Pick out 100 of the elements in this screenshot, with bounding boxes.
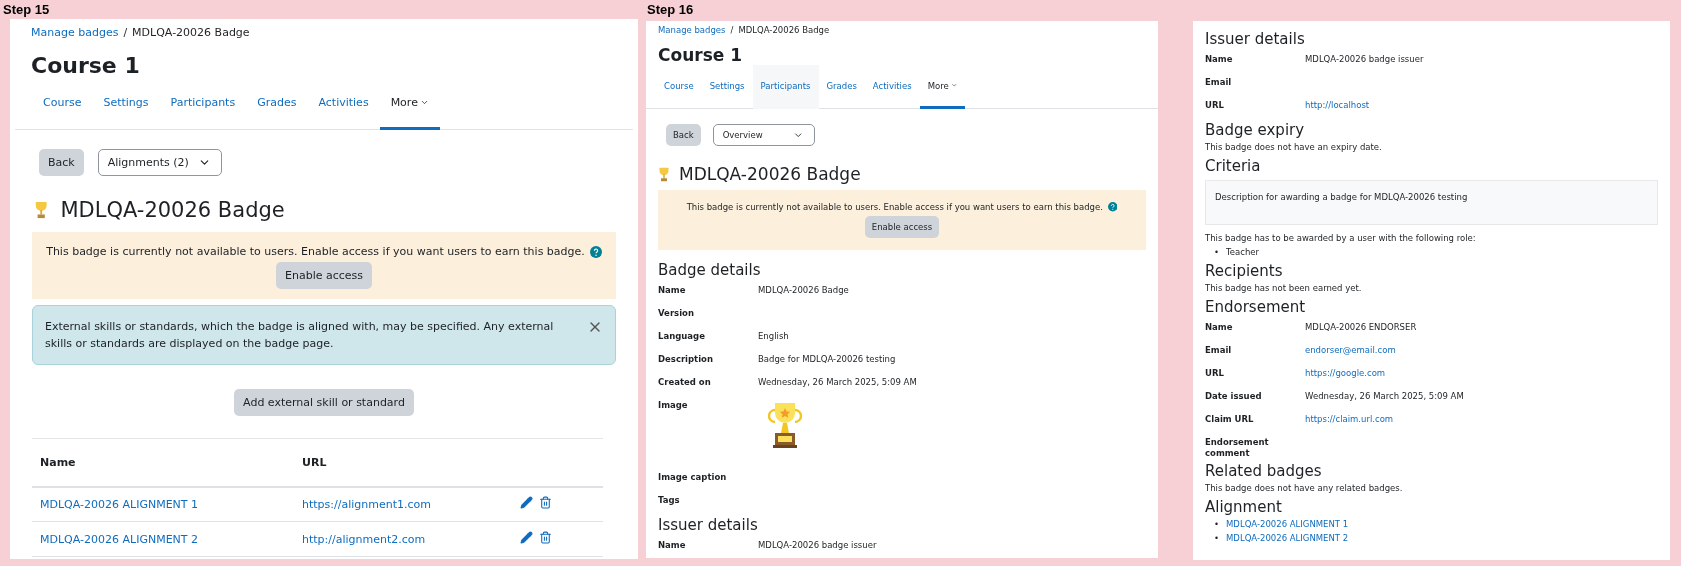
nav-tab[interactable]: Course xyxy=(32,78,93,130)
field-value: MDLQA-20026 Badge xyxy=(758,285,850,296)
section-heading: Issuer details xyxy=(658,515,759,535)
field-label: Tags xyxy=(658,495,681,506)
section-heading: Recipients xyxy=(1205,261,1284,281)
edit-icon[interactable] xyxy=(520,531,533,544)
nav-tab[interactable]: Activities xyxy=(307,78,380,130)
breadcrumb-link[interactable]: Manage badges xyxy=(31,26,119,39)
field-label: Email xyxy=(1205,345,1233,356)
page-select[interactable]: Overview xyxy=(712,124,815,146)
field-value: MDLQA-20026 badge issuer xyxy=(1305,54,1425,65)
field-label: Version xyxy=(658,308,695,319)
breadcrumb-separator: / xyxy=(123,26,128,39)
nav-tab[interactable]: Settings xyxy=(701,65,753,109)
breadcrumb-current: MDLQA-20026 Badge xyxy=(132,26,250,39)
course-title: Course 1 xyxy=(30,52,141,78)
column-header: URL xyxy=(294,438,512,487)
section-heading: Badge expiry xyxy=(1205,120,1306,140)
field-link[interactable]: http://localhost xyxy=(1305,100,1658,110)
notice-text: This badge is currently not available to users. Enable access if you want users to earn this badge. xyxy=(686,202,1103,212)
course-title: Course 1 xyxy=(657,44,744,65)
field-label: Claim URL xyxy=(1205,414,1255,425)
section-heading: Related badges xyxy=(1205,461,1323,481)
bullet-marker: • xyxy=(1214,246,1219,259)
field-value: English xyxy=(758,331,790,342)
caret-icon xyxy=(950,82,958,89)
nav-tab[interactable]: More xyxy=(379,78,440,130)
delete-icon[interactable] xyxy=(539,496,552,510)
field-label: Name xyxy=(1205,322,1234,333)
field-label: Name xyxy=(1205,54,1234,65)
section-heading: Criteria xyxy=(1205,156,1262,176)
page-select[interactable]: Alignments (2) xyxy=(97,149,222,176)
alignment-link[interactable]: MDLQA-20026 ALIGNMENT 2 xyxy=(40,532,199,546)
bullet-marker: • xyxy=(1214,532,1219,545)
trophy-icon xyxy=(658,166,670,182)
field-label: Name xyxy=(658,285,687,296)
delete-icon[interactable] xyxy=(539,531,552,544)
enable-access-button[interactable]: Enable access xyxy=(864,216,940,238)
field-label: Name xyxy=(658,540,687,551)
add-skill-button[interactable]: Add external skill or standard xyxy=(234,389,414,416)
column-header: Name xyxy=(32,438,294,487)
nav-tab[interactable]: Grades xyxy=(246,78,308,130)
section-text: This badge does not have an expiry date. xyxy=(1205,141,1383,154)
badge-title: MDLQA-20026 Badge xyxy=(679,164,861,184)
field-label: URL xyxy=(1205,368,1225,379)
info-text: External skills or standards, which the badge is aligned with, may be specified. Any external skills or standards are displayed on the badge page. xyxy=(45,319,555,352)
section-text: This badge has to be awarded by a user with the following role: xyxy=(1205,232,1477,245)
field-value: MDLQA-20026 badge issuer xyxy=(758,540,878,551)
field-label: Created on xyxy=(658,377,712,388)
help-icon[interactable] xyxy=(1107,202,1118,212)
section-text: This badge has not been earned yet. xyxy=(1205,282,1363,295)
nav-tab[interactable]: More xyxy=(919,65,966,109)
enable-access-button[interactable]: Enable access xyxy=(276,262,372,289)
field-label: Description xyxy=(658,354,714,365)
field-label: Image xyxy=(658,400,689,411)
trophy-icon xyxy=(34,201,49,219)
nav-tab[interactable]: Course xyxy=(656,65,702,109)
alignment-link[interactable]: MDLQA-20026 ALIGNMENT 1 xyxy=(40,497,199,511)
nav-tab[interactable]: Activities xyxy=(864,65,920,109)
field-label: URL xyxy=(1205,100,1225,111)
criteria-description: Description for awarding a badge for MDLQA-20026 testing xyxy=(1205,180,1658,225)
field-label: Language xyxy=(658,331,706,342)
section-heading: Alignment xyxy=(1205,497,1283,517)
nav-tab[interactable]: Participants xyxy=(752,65,819,109)
edit-icon[interactable] xyxy=(520,496,533,510)
section-text: This badge does not have any related badges. xyxy=(1205,482,1404,495)
breadcrumb-link[interactable]: Manage badges xyxy=(658,25,726,35)
field-link[interactable]: https://claim.url.com xyxy=(1305,414,1658,424)
badge-title: MDLQA-20026 Badge xyxy=(60,198,285,222)
breadcrumb-current: MDLQA-20026 Badge xyxy=(738,25,830,35)
field-value: Wednesday, 26 March 2025, 5:09 AM xyxy=(758,377,918,388)
trophy-image xyxy=(768,402,802,448)
alignment-link[interactable]: MDLQA-20026 ALIGNMENT 2 xyxy=(1226,531,1349,545)
field-label: Image caption xyxy=(658,472,728,483)
section-heading: Issuer details xyxy=(1205,29,1306,49)
section-heading: Endorsement xyxy=(1205,297,1307,317)
breadcrumb-separator: / xyxy=(730,25,734,35)
nav-tab[interactable]: Grades xyxy=(818,65,865,109)
step-label: Step 15 xyxy=(3,1,51,17)
section-heading: Badge details xyxy=(658,260,762,280)
field-link[interactable]: endorser@email.com xyxy=(1305,345,1658,355)
bullet-marker: • xyxy=(1214,518,1219,531)
caret-icon xyxy=(419,98,429,107)
field-label: Date issued xyxy=(1205,391,1263,402)
field-value: Wednesday, 26 March 2025, 5:09 AM xyxy=(1305,391,1465,402)
back-button[interactable]: Back xyxy=(666,124,701,146)
url-link[interactable]: https://alignment1.com xyxy=(302,497,431,511)
help-icon[interactable] xyxy=(589,245,602,258)
nav-tab[interactable]: Participants xyxy=(159,78,247,130)
url-link[interactable]: http://alignment2.com xyxy=(302,532,426,546)
field-value: MDLQA-20026 ENDORSER xyxy=(1305,322,1418,333)
field-link[interactable]: https://google.com xyxy=(1305,368,1658,378)
step-label: Step 16 xyxy=(647,1,695,17)
nav-tab[interactable]: Settings xyxy=(92,78,160,130)
field-label: Endorsement comment xyxy=(1205,437,1270,459)
alignment-link[interactable]: MDLQA-20026 ALIGNMENT 1 xyxy=(1226,517,1349,531)
back-button[interactable]: Back xyxy=(39,149,84,176)
list-item: Teacher xyxy=(1226,246,1259,259)
notice-text: This badge is currently not available to users. Enable access if you want users to earn this badge. xyxy=(46,245,585,258)
field-label: Email xyxy=(1205,77,1233,88)
